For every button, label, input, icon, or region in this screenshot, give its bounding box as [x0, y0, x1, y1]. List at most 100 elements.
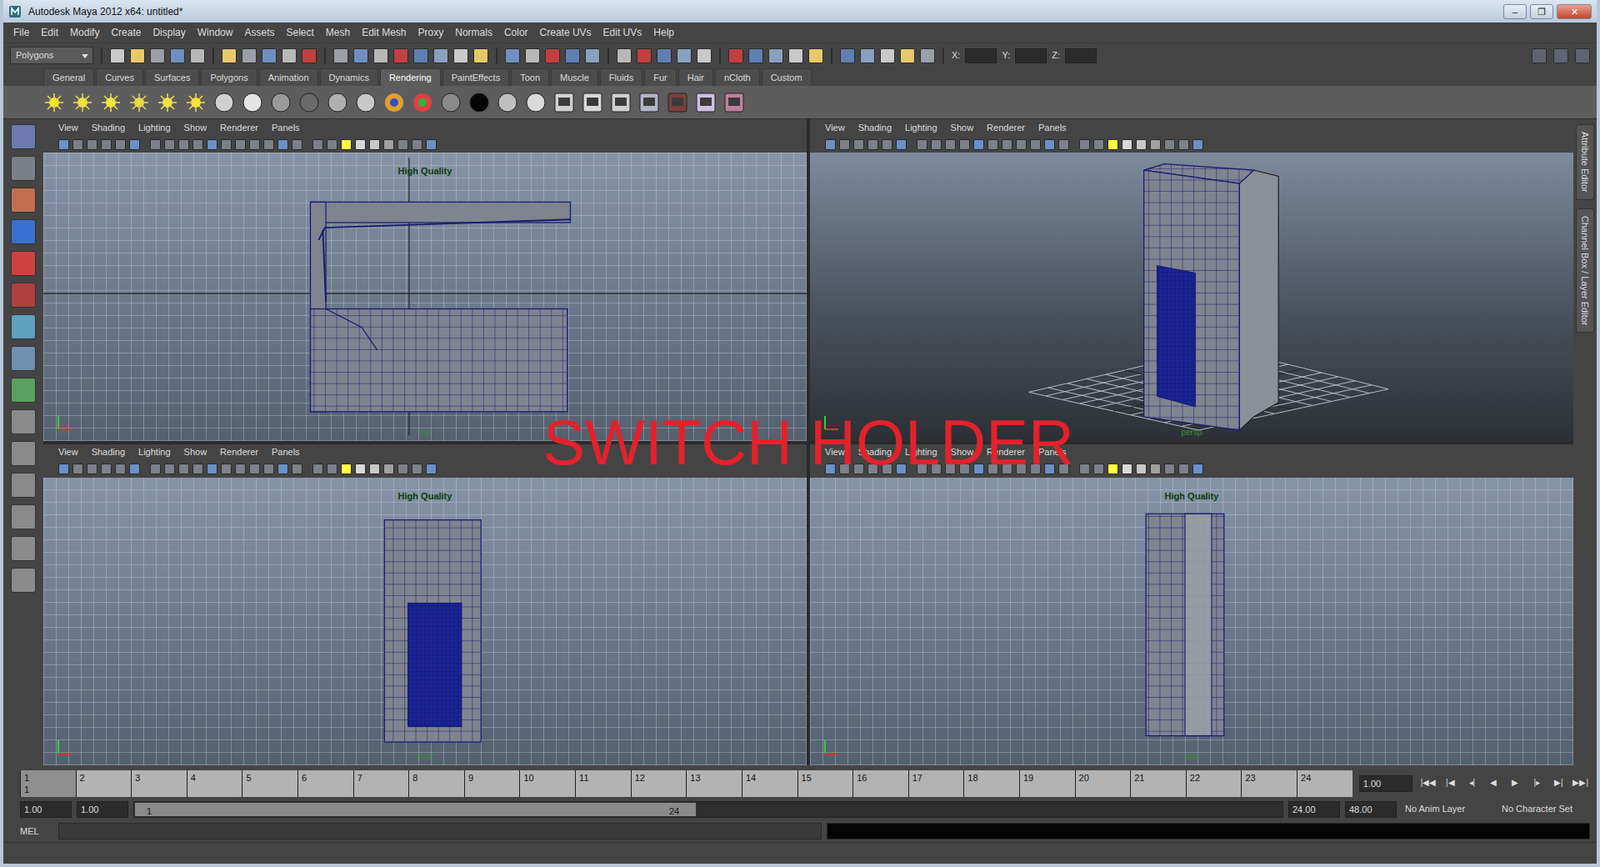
status-tool-icon[interactable]	[585, 48, 600, 64]
viewport-tool-icon[interactable]	[100, 139, 112, 150]
viewport-menu-item[interactable]: Lighting	[905, 445, 938, 460]
viewport-menu-item[interactable]: Shading	[858, 445, 892, 460]
viewport-tool-icon[interactable]	[355, 463, 366, 475]
viewport-tool-icon[interactable]	[249, 139, 260, 150]
viewport-tool-icon[interactable]	[987, 139, 999, 150]
shelf-tool-icon[interactable]	[581, 91, 604, 114]
shelf-tool-icon[interactable]	[185, 91, 207, 114]
persp-model[interactable]	[810, 152, 1574, 441]
playback-button[interactable]: |◀◀	[1419, 775, 1439, 792]
viewport-tool-icon[interactable]	[206, 139, 218, 150]
menu-item[interactable]: Display	[152, 25, 185, 40]
menu-item[interactable]: Window	[197, 25, 234, 40]
coord-field[interactable]	[965, 48, 997, 64]
viewport-tool-icon[interactable]	[72, 139, 84, 150]
viewport-tool-icon[interactable]	[1058, 463, 1070, 475]
viewport-tool-icon[interactable]	[1164, 139, 1175, 150]
viewport-tool-icon[interactable]	[895, 139, 907, 150]
viewport-tool-icon[interactable]	[58, 463, 70, 475]
status-tool-icon[interactable]	[301, 48, 317, 64]
shelf-tool-icon[interactable]	[638, 91, 660, 114]
status-tool-icon[interactable]	[473, 48, 489, 64]
viewport-canvas[interactable]: High Qualityfront	[43, 477, 807, 766]
status-tool-icon[interactable]	[413, 48, 429, 64]
shelf-tool-icon[interactable]	[298, 91, 320, 114]
status-tool-icon[interactable]	[221, 48, 237, 64]
viewport-tool-icon[interactable]	[959, 463, 970, 475]
status-tool-icon[interactable]	[788, 48, 804, 64]
shelf-tool-icon[interactable]	[128, 91, 150, 114]
tool-icon[interactable]	[10, 187, 36, 213]
viewport-tool-icon[interactable]	[825, 139, 836, 150]
status-tool-icon[interactable]	[525, 48, 540, 64]
status-tool-icon[interactable]	[373, 48, 389, 64]
viewport-menu-item[interactable]: View	[825, 445, 845, 460]
range-track[interactable]: 124	[133, 800, 1284, 818]
viewport-tool-icon[interactable]	[853, 139, 865, 150]
status-tool-icon[interactable]	[616, 48, 632, 64]
viewport-menu-item[interactable]: Show	[950, 445, 975, 460]
viewport-tool-icon[interactable]	[1178, 139, 1190, 150]
viewport-tool-icon[interactable]	[340, 139, 352, 150]
status-tool-icon[interactable]	[393, 48, 409, 64]
menu-item[interactable]: Create UVs	[540, 25, 592, 40]
viewport-tool-icon[interactable]	[425, 139, 437, 150]
viewport-tool-icon[interactable]	[129, 463, 140, 475]
menu-item[interactable]: Edit	[40, 25, 59, 40]
viewport-tool-icon[interactable]	[411, 139, 423, 150]
status-tool-icon[interactable]	[353, 48, 369, 64]
viewport-tool-icon[interactable]	[397, 139, 409, 150]
status-tool-icon[interactable]	[768, 48, 784, 64]
shelf-tool-icon[interactable]	[156, 91, 179, 114]
playback-button[interactable]: ▶|	[1549, 775, 1568, 792]
viewport-tool-icon[interactable]	[1107, 139, 1119, 150]
menu-item[interactable]: Normals	[455, 25, 493, 40]
viewport-tool-icon[interactable]	[930, 463, 942, 475]
viewport-tool-icon[interactable]	[72, 463, 84, 475]
viewport-tool-icon[interactable]	[220, 139, 232, 150]
viewport-tool-icon[interactable]	[881, 463, 893, 475]
status-tool-icon[interactable]	[110, 48, 125, 64]
viewport-tool-icon[interactable]	[192, 463, 204, 475]
status-tool-icon[interactable]	[676, 48, 692, 64]
viewport-tool-icon[interactable]	[263, 139, 275, 150]
viewport-tool-icon[interactable]	[1107, 463, 1119, 475]
shelf-tool-icon[interactable]	[326, 91, 349, 114]
viewport-menu-item[interactable]: Show	[184, 120, 208, 135]
minimize-button[interactable]: –	[1503, 4, 1527, 20]
viewport-menu-item[interactable]: View	[825, 120, 845, 135]
close-button[interactable]: ✕	[1556, 4, 1592, 20]
shelf-tool-icon[interactable]	[440, 91, 462, 114]
coord-field[interactable]	[1015, 48, 1047, 64]
viewport-tool-icon[interactable]	[1079, 139, 1090, 150]
viewport-tool-icon[interactable]	[1044, 463, 1055, 475]
command-input[interactable]	[58, 822, 822, 840]
status-tool-icon[interactable]	[241, 48, 257, 64]
viewport-tool-icon[interactable]	[839, 139, 850, 150]
viewport-menu-item[interactable]: Show	[184, 445, 208, 460]
status-tool-icon[interactable]	[130, 48, 145, 64]
character-set-dropdown[interactable]: No Character Set	[1498, 800, 1590, 818]
range-handle[interactable]: 124	[134, 801, 697, 817]
viewport-tool-icon[interactable]	[129, 139, 140, 150]
status-tool-icon[interactable]	[453, 48, 469, 64]
shelf-tool-icon[interactable]	[355, 91, 377, 114]
viewport-tool-icon[interactable]	[1079, 463, 1090, 475]
tool-icon[interactable]	[10, 219, 36, 245]
status-tool-icon[interactable]	[880, 48, 895, 64]
status-tool-icon[interactable]	[840, 48, 855, 64]
viewport-menu-item[interactable]: View	[58, 445, 79, 460]
viewport-tool-icon[interactable]	[340, 463, 352, 475]
menu-item[interactable]: Select	[285, 25, 314, 40]
status-tool-icon[interactable]	[190, 48, 205, 64]
viewport-tool-icon[interactable]	[1093, 463, 1105, 475]
viewport-tool-icon[interactable]	[164, 139, 175, 150]
status-tool-icon[interactable]	[808, 48, 824, 64]
shelf-tool-icon[interactable]	[496, 91, 519, 114]
shelf-tab[interactable]: Custom	[761, 68, 812, 87]
viewport-tool-icon[interactable]	[839, 463, 850, 475]
viewport-tool-icon[interactable]	[1178, 463, 1190, 475]
layout-icon[interactable]	[10, 472, 36, 498]
playback-button[interactable]: ▶	[1505, 775, 1525, 792]
viewport-tool-icon[interactable]	[115, 139, 126, 150]
